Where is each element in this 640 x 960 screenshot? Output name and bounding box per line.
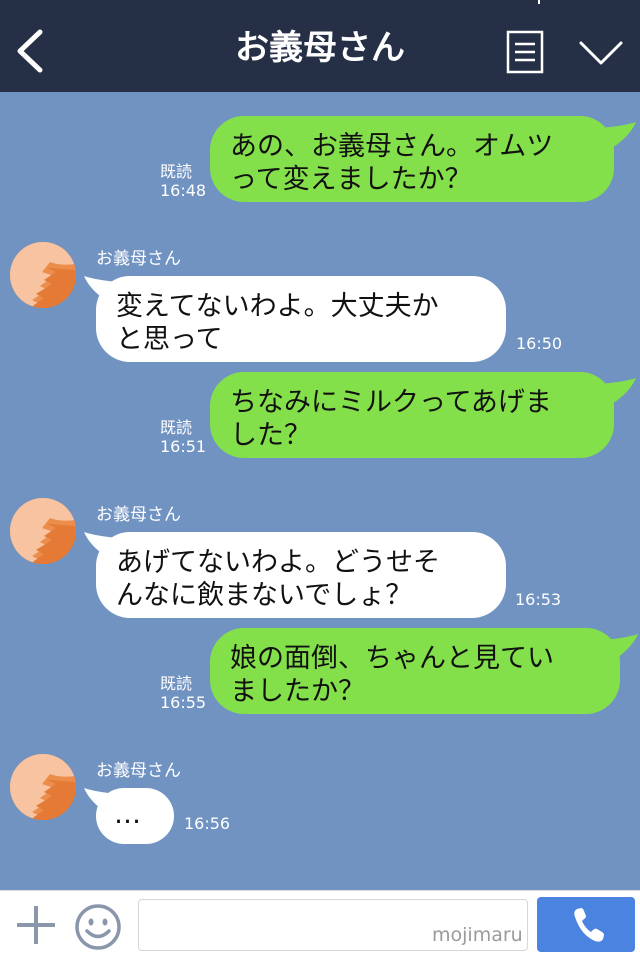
status-bar-mark xyxy=(538,0,540,4)
read-label: 既読 xyxy=(160,418,193,437)
watermark-text: mojimaru xyxy=(432,924,523,946)
menu-button[interactable] xyxy=(506,30,544,74)
sender-name: お義母さん xyxy=(96,761,181,781)
message-line: 変えてないわよ。大丈夫か xyxy=(116,291,439,322)
message-line: あげてないわよ。どうせそ xyxy=(116,547,440,578)
avatar-image xyxy=(10,498,76,564)
message-time: 16:55 xyxy=(160,693,207,712)
message-time: 16:51 xyxy=(160,437,207,456)
message-line: と思って xyxy=(116,324,223,355)
outgoing-message-bubble[interactable]: ちなみにミルクってあげま した？ xyxy=(210,372,614,458)
smiley-icon xyxy=(75,904,121,950)
message-line: ましたか？ xyxy=(230,676,365,707)
message-time: 16:50 xyxy=(516,334,563,353)
avatar[interactable] xyxy=(10,498,76,564)
back-button[interactable] xyxy=(12,28,52,74)
incoming-message-bubble[interactable]: あげてないわよ。どうせそ んなに飲まないでしょ？ xyxy=(96,532,506,618)
phone-icon xyxy=(574,908,604,942)
avatar[interactable] xyxy=(10,242,76,308)
bubble-tail xyxy=(600,122,636,148)
outgoing-message-bubble[interactable]: 娘の面倒、ちゃんと見てい ましたか？ xyxy=(210,628,620,714)
bubble-tail xyxy=(600,378,636,404)
message-time: 16:48 xyxy=(160,181,207,200)
message-line: あの、お義母さん。オムツ xyxy=(230,131,554,162)
message-line: した？ xyxy=(230,420,311,451)
read-receipt: 既読 16:55 xyxy=(160,674,206,712)
chat-header: お義母さん xyxy=(0,0,640,92)
message-line: … xyxy=(114,799,141,830)
read-label: 既読 xyxy=(160,162,193,181)
call-button[interactable] xyxy=(537,897,635,952)
avatar-image xyxy=(10,754,76,820)
add-button[interactable] xyxy=(14,903,58,947)
incoming-message-bubble[interactable]: … xyxy=(96,788,174,844)
message-time: 16:53 xyxy=(515,590,562,609)
read-receipt: 既読 16:48 xyxy=(160,162,206,200)
list-menu-icon xyxy=(506,30,544,74)
chevron-left-icon xyxy=(17,29,43,73)
chevron-down-icon xyxy=(579,41,623,65)
read-label: 既読 xyxy=(160,674,193,693)
input-bar: mojimaru xyxy=(0,890,640,960)
chat-area[interactable]: 既読 16:48 あの、お義母さん。オムツ って変えましたか？ お義母さん 変え… xyxy=(0,92,640,890)
chat-title: お義母さん xyxy=(235,28,405,68)
message-time: 16:56 xyxy=(184,814,231,833)
avatar-image xyxy=(10,242,76,308)
emoji-button[interactable] xyxy=(74,903,122,951)
plus-icon xyxy=(17,906,55,944)
sender-name: お義母さん xyxy=(96,505,181,525)
message-line: 娘の面倒、ちゃんと見てい xyxy=(230,643,554,674)
sender-name: お義母さん xyxy=(96,249,181,269)
message-line: って変えましたか？ xyxy=(230,164,472,195)
incoming-message-bubble[interactable]: 変えてないわよ。大丈夫か と思って xyxy=(96,276,506,362)
read-receipt: 既読 16:51 xyxy=(160,418,206,456)
dropdown-button[interactable] xyxy=(578,38,624,68)
message-line: ちなみにミルクってあげま xyxy=(230,387,552,418)
outgoing-message-bubble[interactable]: あの、お義母さん。オムツ って変えましたか？ xyxy=(210,116,614,202)
message-line: んなに飲まないでしょ？ xyxy=(116,580,413,611)
bubble-tail xyxy=(604,634,638,660)
avatar[interactable] xyxy=(10,754,76,820)
